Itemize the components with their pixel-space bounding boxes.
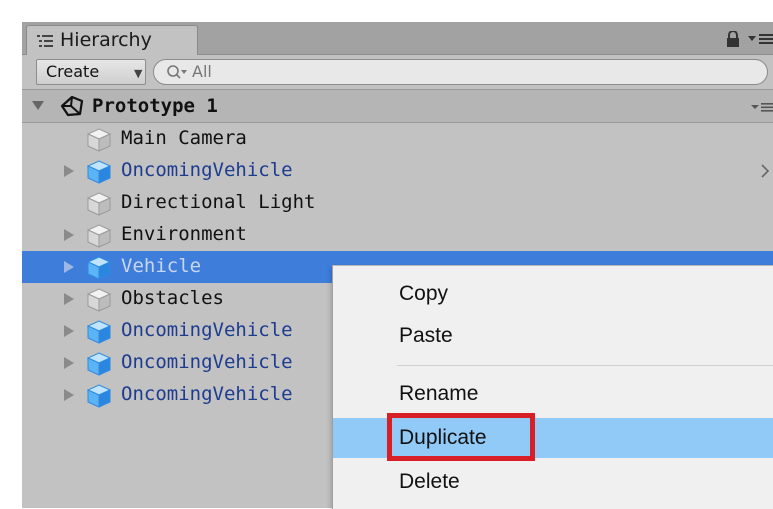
create-button-label: Create bbox=[46, 62, 100, 81]
menu-item-label: Rename bbox=[399, 382, 479, 405]
hierarchy-item[interactable]: Environment bbox=[22, 219, 773, 251]
hierarchy-item-label: OncomingVehicle bbox=[121, 319, 293, 341]
tab-bar: Hierarchy bbox=[22, 22, 773, 55]
menu-item-label: Copy bbox=[399, 282, 449, 305]
expand-arrow-icon[interactable] bbox=[63, 165, 75, 177]
expand-arrow-icon[interactable] bbox=[63, 293, 75, 305]
prefab-cube-icon bbox=[86, 384, 112, 408]
scene-row[interactable]: Prototype 1 bbox=[22, 90, 773, 123]
lock-icon[interactable] bbox=[726, 31, 740, 47]
menu-item-label: Paste bbox=[399, 324, 453, 347]
cube-icon bbox=[86, 192, 112, 216]
hierarchy-item-label: Directional Light bbox=[121, 191, 316, 213]
expand-arrow-icon[interactable] bbox=[63, 389, 75, 401]
collapse-arrow-icon[interactable] bbox=[32, 99, 44, 111]
unity-logo-icon bbox=[60, 95, 84, 117]
expand-arrow-icon[interactable] bbox=[63, 325, 75, 337]
scene-menu-icon[interactable] bbox=[751, 102, 773, 112]
expand-arrow-icon[interactable] bbox=[63, 261, 75, 273]
list-icon bbox=[37, 35, 53, 47]
menu-item-label: Duplicate bbox=[399, 426, 487, 449]
hierarchy-item[interactable]: Main Camera bbox=[22, 123, 773, 155]
expand-arrow-icon[interactable] bbox=[63, 357, 75, 369]
menu-item-delete[interactable]: Delete bbox=[333, 462, 773, 502]
search-icon bbox=[167, 65, 187, 79]
context-menu: Copy Paste Rename Duplicate Delete bbox=[332, 265, 773, 509]
hierarchy-item-label: Vehicle bbox=[121, 255, 202, 277]
dropdown-caret-icon: ▼ bbox=[134, 67, 143, 80]
scene-name: Prototype 1 bbox=[92, 95, 218, 117]
tab-label: Hierarchy bbox=[60, 29, 152, 51]
panel-menu-icon[interactable] bbox=[748, 32, 773, 46]
create-button[interactable]: Create ▼ bbox=[36, 59, 146, 85]
toolbar: Create ▼ All bbox=[22, 55, 773, 90]
prefab-cube-icon bbox=[86, 256, 112, 280]
hierarchy-item-label: OncomingVehicle bbox=[121, 351, 293, 373]
prefab-cube-icon bbox=[86, 160, 112, 184]
search-placeholder: All bbox=[192, 62, 212, 81]
cube-icon bbox=[86, 288, 112, 312]
hierarchy-item-label: Obstacles bbox=[121, 287, 224, 309]
hierarchy-item-label: Main Camera bbox=[121, 127, 247, 149]
cube-icon bbox=[86, 224, 112, 248]
menu-item-duplicate[interactable]: Duplicate bbox=[333, 413, 773, 461]
cube-icon bbox=[86, 128, 112, 152]
tab-hierarchy[interactable]: Hierarchy bbox=[26, 25, 198, 55]
menu-item-copy[interactable]: Copy bbox=[333, 274, 773, 314]
hierarchy-item[interactable]: OncomingVehicle bbox=[22, 155, 773, 187]
menu-item-rename[interactable]: Rename bbox=[333, 374, 773, 414]
hierarchy-item-label: OncomingVehicle bbox=[121, 159, 293, 181]
expand-arrow-icon[interactable] bbox=[63, 229, 75, 241]
menu-separator bbox=[397, 365, 773, 366]
search-input[interactable]: All bbox=[153, 59, 768, 85]
prefab-cube-icon bbox=[86, 320, 112, 344]
menu-item-label: Delete bbox=[399, 470, 460, 493]
hierarchy-item[interactable]: Directional Light bbox=[22, 187, 773, 219]
hierarchy-item-label: OncomingVehicle bbox=[121, 383, 293, 405]
menu-item-paste[interactable]: Paste bbox=[333, 316, 773, 356]
prefab-cube-icon bbox=[86, 352, 112, 376]
chevron-right-icon[interactable] bbox=[760, 163, 770, 179]
hierarchy-item-label: Environment bbox=[121, 223, 247, 245]
